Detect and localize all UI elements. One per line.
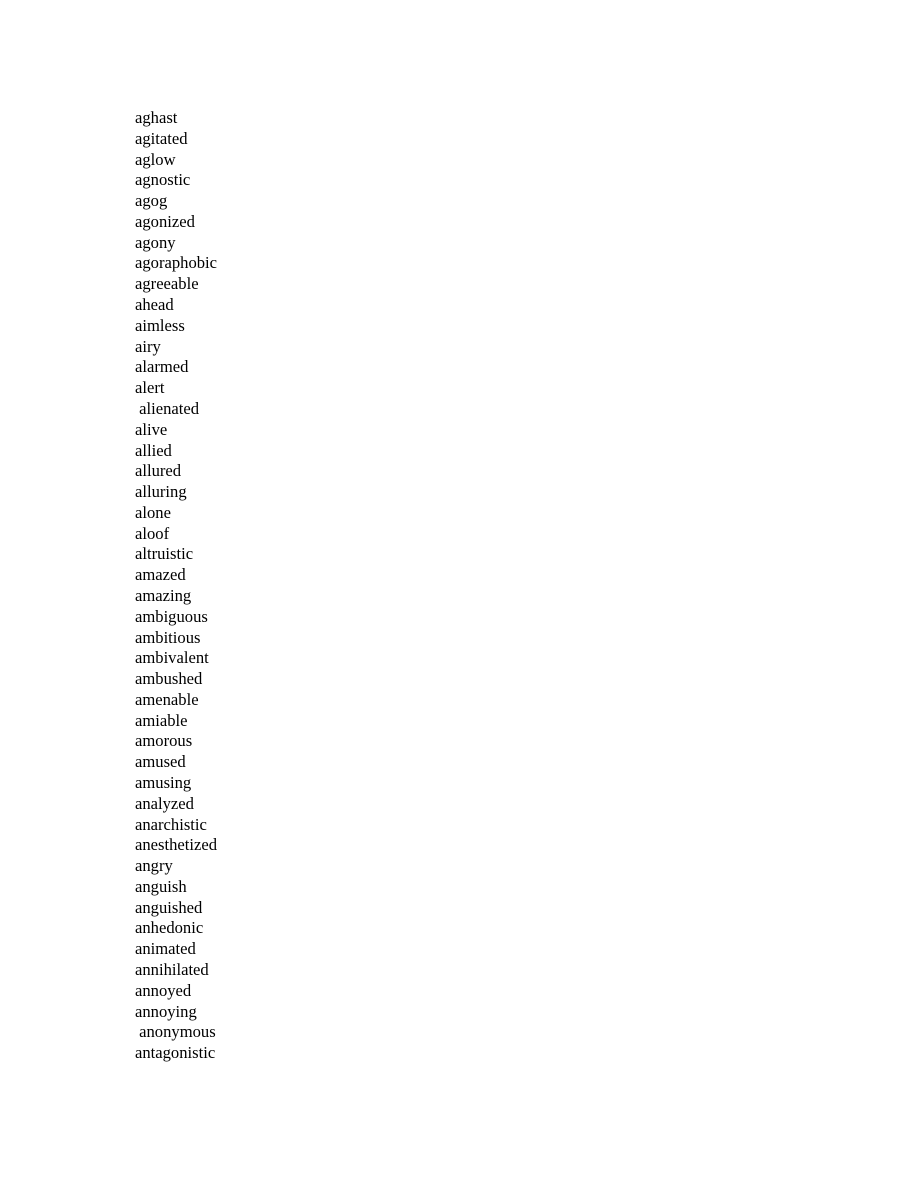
- word-list-item: annoyed: [135, 980, 192, 1000]
- word-list-item: agitated: [135, 128, 188, 148]
- word-list-item: agreeable: [135, 274, 199, 294]
- word-list-item: aimless: [135, 315, 185, 335]
- word-list-item: analyzed: [135, 793, 194, 813]
- word-list-item: ambitious: [135, 627, 201, 647]
- word-list-item: animated: [135, 939, 196, 959]
- word-list-item: amorous: [135, 731, 193, 751]
- word-list-item: amazing: [135, 585, 192, 605]
- document-page: aghast agitated aglow agnostic agog agonized a…: [0, 0, 920, 1191]
- word-list-item: alone: [135, 502, 171, 522]
- word-list-item: aghast: [135, 108, 178, 127]
- word-list-item: alienated: [135, 398, 200, 418]
- word-list-item: ambiguous: [135, 606, 208, 626]
- word-list-item: antagonistic: [135, 1043, 216, 1063]
- word-list-item: anguished: [135, 897, 203, 917]
- word-list-item: airy: [135, 336, 161, 356]
- word-list-item: agog: [135, 191, 168, 211]
- word-list-item: alert: [135, 378, 165, 398]
- word-list-item: angry: [135, 856, 173, 876]
- word-list-item: amiable: [135, 710, 188, 730]
- word-list-item: amused: [135, 752, 186, 772]
- word-list: aghast agitated aglow agnostic agog agonized a…: [135, 108, 775, 1064]
- word-list-item: amenable: [135, 689, 199, 709]
- word-list-item: annihilated: [135, 960, 209, 980]
- word-list-item: altruistic: [135, 544, 194, 564]
- word-list-item: amusing: [135, 773, 192, 792]
- word-list-item: amazed: [135, 565, 186, 585]
- word-list-item: anonymous: [135, 1022, 216, 1042]
- word-list-item: aglow: [135, 149, 176, 169]
- word-list-item: ambushed: [135, 669, 203, 689]
- word-list-item: aloof: [135, 523, 170, 543]
- word-list-item: anguish: [135, 876, 187, 896]
- word-list-item: agonized: [135, 211, 195, 231]
- word-list-item: ambivalent: [135, 648, 209, 668]
- word-list-item: alarmed: [135, 357, 189, 377]
- word-list-item: anarchistic: [135, 814, 207, 834]
- word-list-item: alive: [135, 419, 168, 439]
- word-list-item: ahead: [135, 295, 174, 315]
- word-list-item: anhedonic: [135, 918, 204, 938]
- word-list-item: annoying: [135, 1001, 197, 1021]
- word-list-item: agnostic: [135, 170, 191, 190]
- word-list-item: allured: [135, 461, 182, 481]
- word-list-item: allied: [135, 440, 172, 460]
- word-list-item: agony: [135, 232, 176, 252]
- word-list-item: anesthetized: [135, 835, 218, 855]
- word-list-item: alluring: [135, 482, 187, 502]
- word-list-item: agoraphobic: [135, 253, 218, 273]
